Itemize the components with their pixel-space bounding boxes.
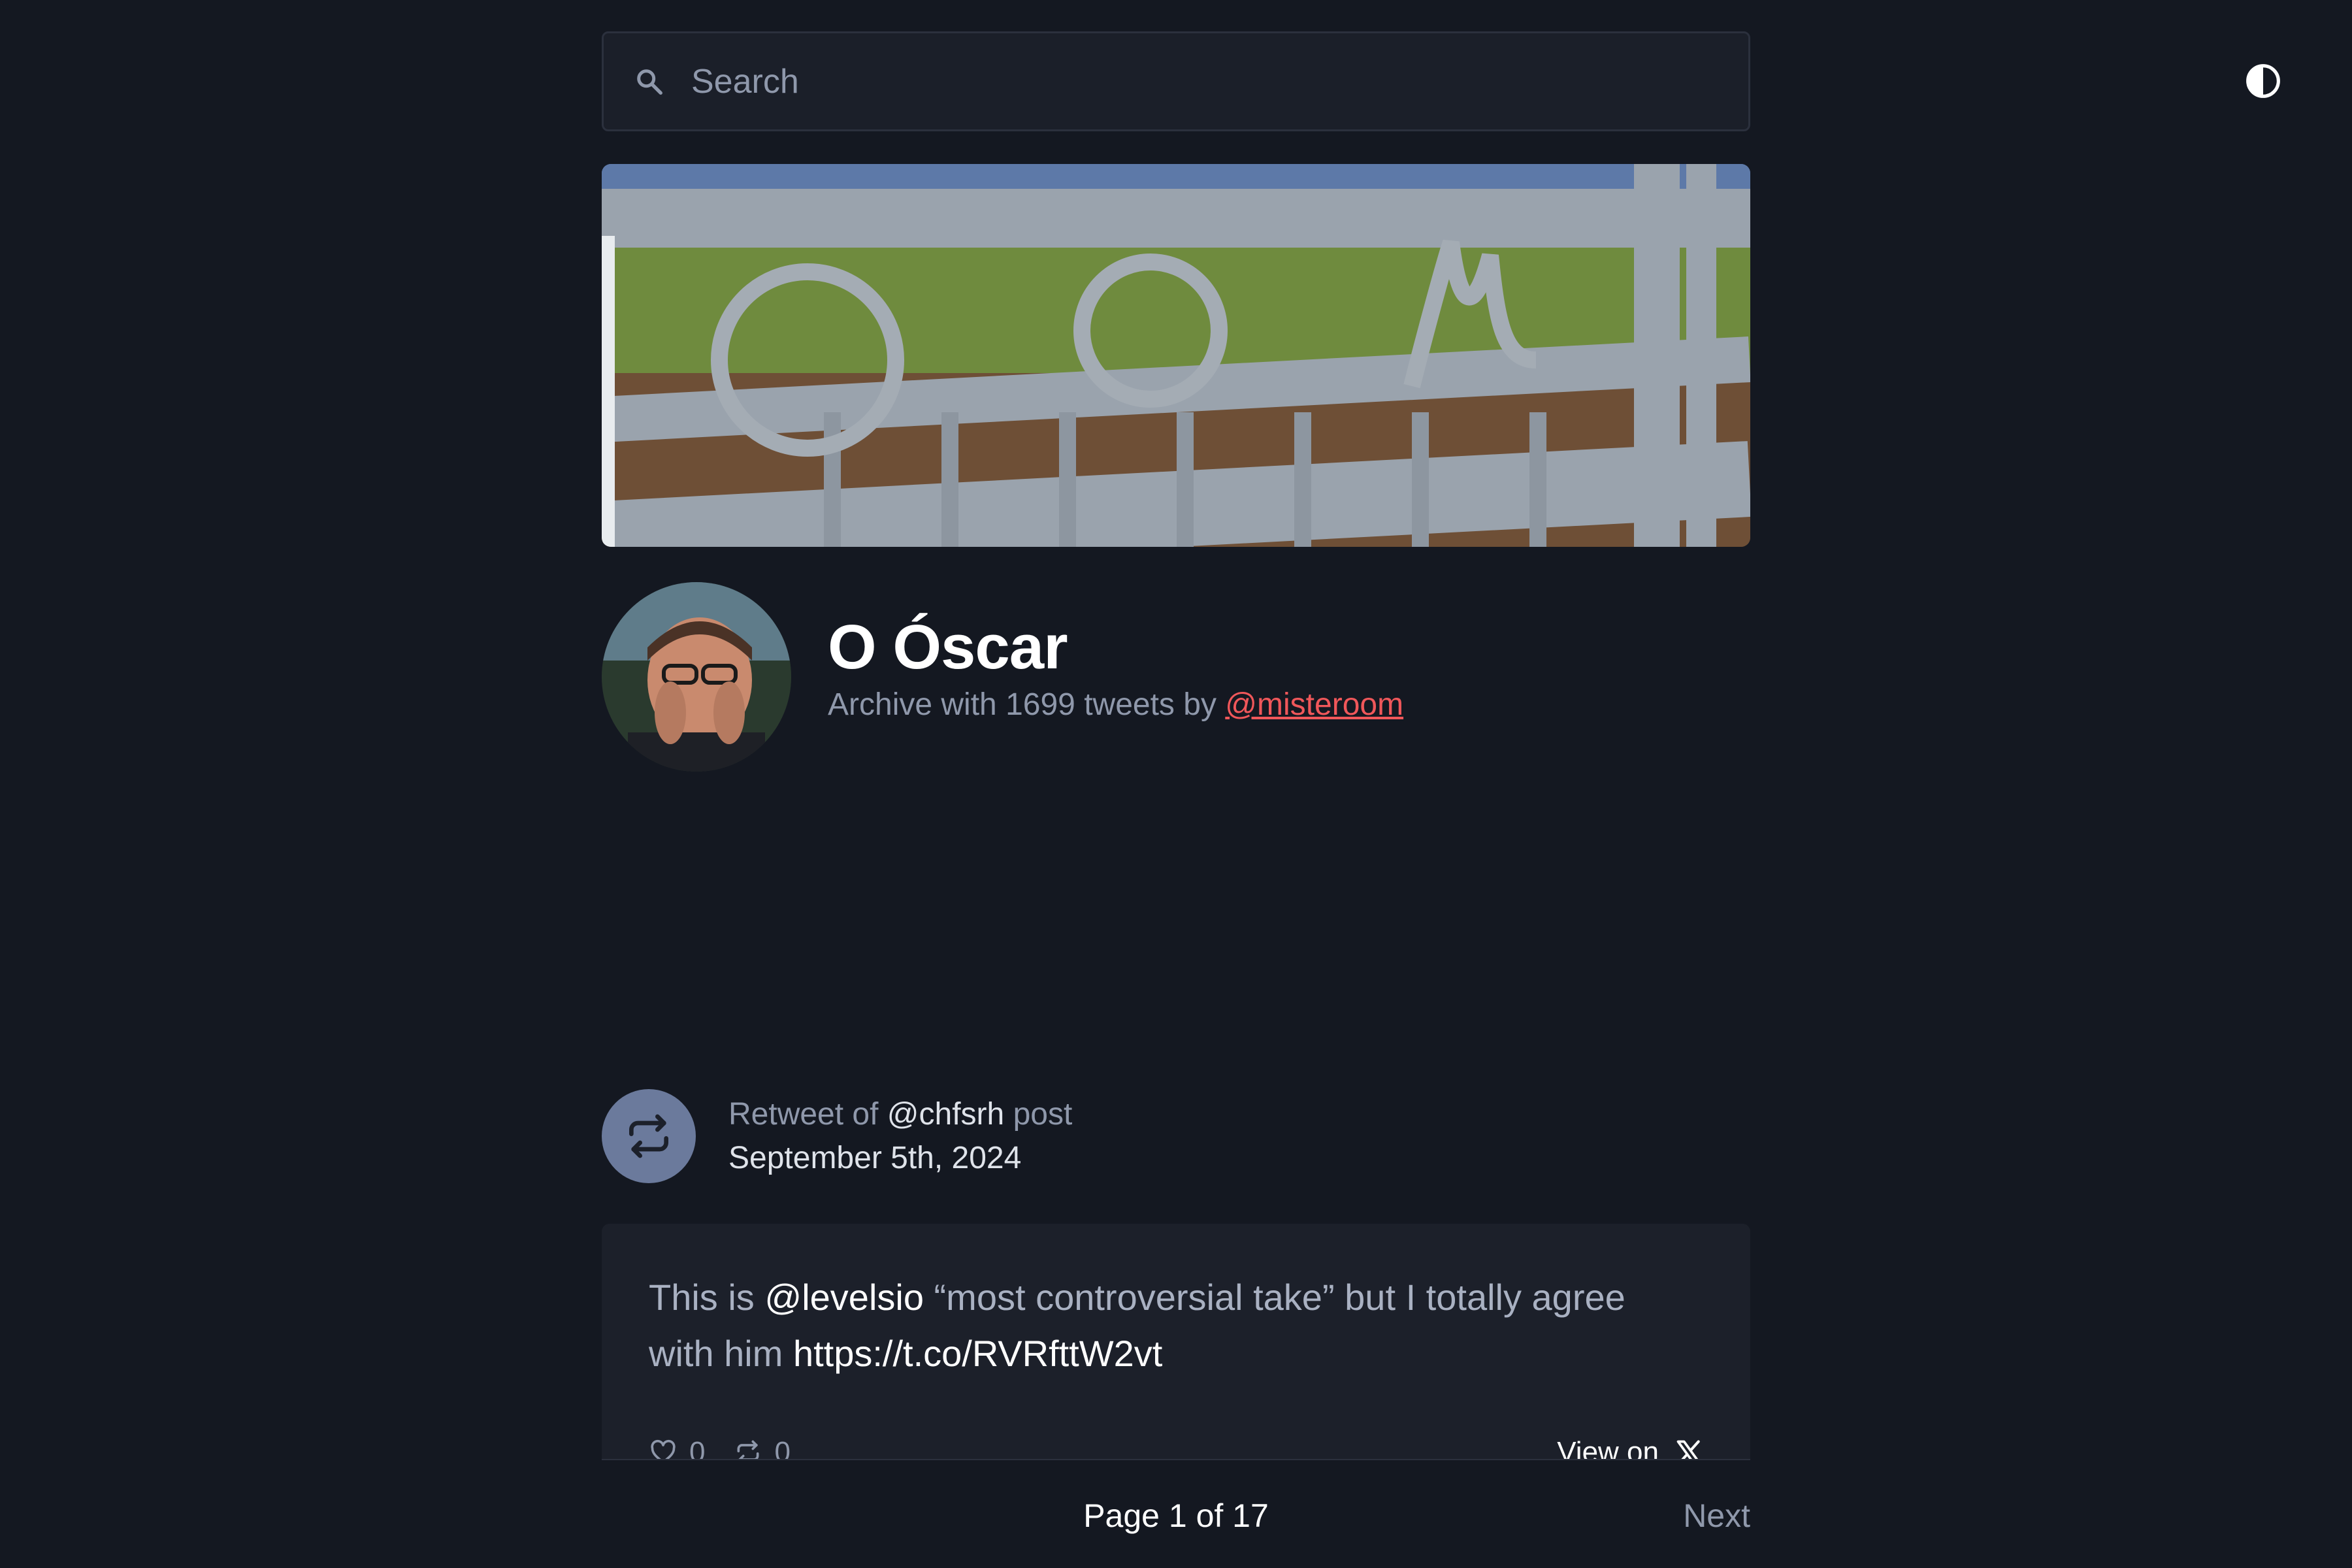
retweet-suffix: post <box>1004 1096 1073 1132</box>
retweet-count-value: 0 <box>774 1436 791 1460</box>
retweet-header: Retweet of @chfsrh post September 5th, 2… <box>602 1089 1750 1183</box>
page: O Óscar Archive with 1699 tweets by @mis… <box>0 0 2352 1568</box>
retweet-meta: Retweet of @chfsrh post September 5th, 2… <box>728 1092 1072 1180</box>
tweet-actions: 0 0 View on <box>649 1433 1703 1460</box>
tweet-card: This is @levelsio “most controversial ta… <box>602 1224 1750 1460</box>
profile-subtitle-text: Archive with 1699 tweets by <box>828 687 1226 723</box>
pagination: Page 1 of 17 Next <box>602 1490 1750 1542</box>
tweet-text-part: This is <box>649 1277 765 1318</box>
page-indicator: Page 1 of 17 <box>1083 1497 1269 1534</box>
search-bar <box>602 31 1750 131</box>
view-on-label: View on <box>1557 1436 1659 1460</box>
heart-icon <box>651 1439 676 1459</box>
profile-name: O Óscar <box>828 612 1068 682</box>
search-input[interactable] <box>691 33 1748 129</box>
tweet-url-link[interactable]: https://t.co/RVRfttW2vt <box>793 1333 1162 1374</box>
search-icon <box>632 65 666 99</box>
retweet-line: Retweet of @chfsrh post <box>728 1092 1072 1136</box>
retweet-badge <box>602 1089 696 1183</box>
retweet-handle[interactable]: @chfsrh <box>887 1097 1004 1132</box>
main-column: O Óscar Archive with 1699 tweets by @mis… <box>602 31 1750 1460</box>
profile-banner-image <box>602 164 1750 547</box>
tweet-mention-link[interactable]: @levelsio <box>764 1277 924 1318</box>
tweet-text: This is @levelsio “most controversial ta… <box>649 1269 1694 1382</box>
retweet-icon <box>737 1440 759 1459</box>
next-page-button[interactable]: Next <box>1683 1497 1750 1535</box>
tweet-date: September 5th, 2024 <box>728 1141 1022 1175</box>
x-logo-icon <box>1676 1440 1700 1459</box>
profile-header: O Óscar Archive with 1699 tweets by @mis… <box>602 582 1750 772</box>
profile-handle-link[interactable]: @misteroom <box>1225 687 1403 722</box>
profile-subtitle: Archive with 1699 tweets by @misteroom <box>828 687 1403 723</box>
retweet-prefix: Retweet of <box>728 1096 887 1132</box>
like-count: 0 <box>649 1436 706 1460</box>
profile-text: O Óscar Archive with 1699 tweets by @mis… <box>828 613 1403 723</box>
view-on-x-link[interactable]: View on <box>1557 1436 1703 1460</box>
avatar <box>602 582 791 772</box>
contrast-icon <box>2246 64 2280 98</box>
theme-toggle-button[interactable] <box>2242 60 2284 102</box>
retweet-count: 0 <box>734 1436 791 1460</box>
like-count-value: 0 <box>689 1436 706 1460</box>
retweet-icon <box>629 1114 668 1158</box>
